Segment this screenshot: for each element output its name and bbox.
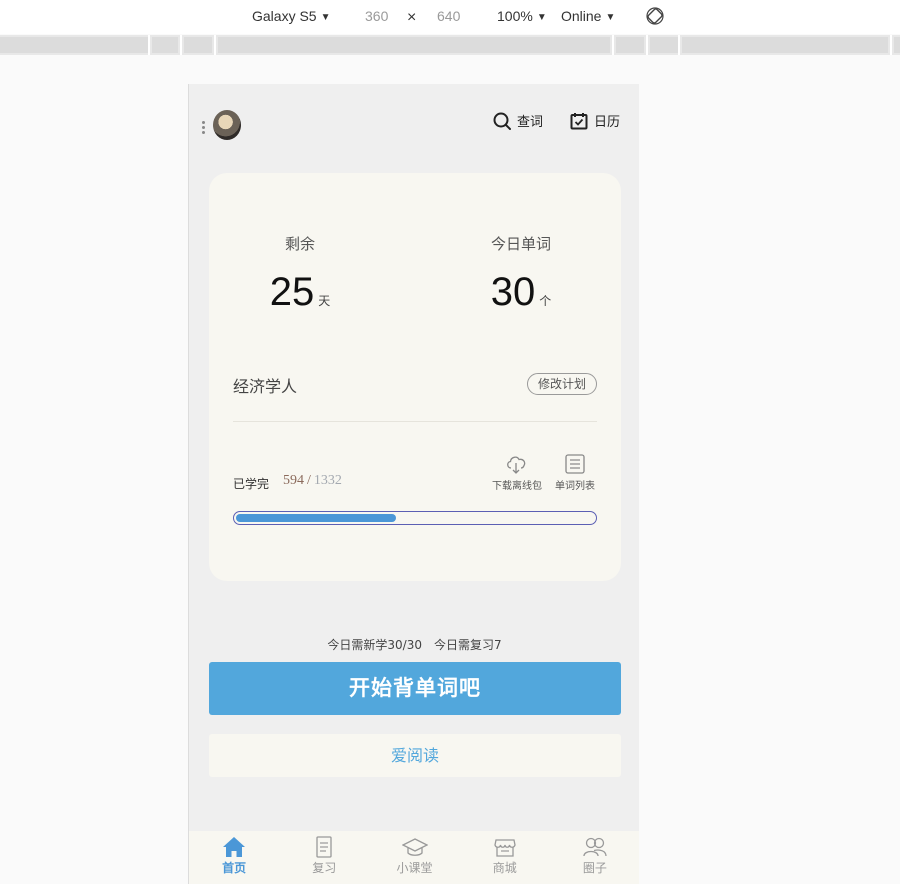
tab-classroom-label: 小课堂 — [396, 861, 433, 875]
chevron-down-icon: ▼ — [320, 12, 331, 23]
zoom-select[interactable]: 100% ▼ — [497, 8, 547, 24]
progress-fill — [236, 514, 396, 522]
zoom-value: 100% — [497, 8, 533, 24]
calendar-button[interactable]: 日历 — [570, 111, 620, 130]
remaining-label: 剩余 — [284, 235, 315, 253]
list-icon — [565, 454, 585, 474]
avatar[interactable] — [213, 110, 241, 140]
today-words-stat: 今日单词 30 个 — [441, 233, 601, 315]
times-icon: × — [407, 9, 417, 26]
device-name: Galaxy S5 — [252, 8, 317, 24]
tab-review[interactable]: 复习 — [279, 831, 369, 884]
devtools-device-toolbar: Galaxy S5 ▼ 360 × 640 100% ▼ Online ▼ — [0, 0, 900, 34]
tab-store[interactable]: 商城 — [460, 831, 550, 884]
chevron-down-icon: ▼ — [605, 12, 616, 23]
daily-new-label: 今日需新学30/30 — [327, 638, 422, 652]
learned-separator: / — [307, 473, 311, 488]
tab-circle[interactable]: 圈子 — [550, 831, 639, 884]
love-reading-button[interactable]: 爱阅读 — [209, 734, 621, 777]
progress-bar — [233, 511, 597, 525]
daily-review-label: 今日需复习7 — [433, 638, 502, 652]
word-list-label: 单词列表 — [555, 481, 595, 492]
edit-plan-button[interactable]: 修改计划 — [527, 373, 597, 395]
app-header: 查词 日历 — [189, 84, 639, 164]
network-value: Online — [561, 8, 602, 24]
total-value: 1332 — [313, 473, 342, 488]
network-throttle-select[interactable]: Online ▼ — [561, 8, 615, 24]
chevron-down-icon: ▼ — [536, 12, 547, 23]
word-list-button[interactable]: 单词列表 — [555, 453, 595, 492]
download-offline-label: 下载离线包 — [492, 481, 542, 492]
today-words-value: 30 — [490, 270, 536, 314]
bottom-tab-bar: 首页 复习 小课堂 商城 圈子 — [189, 831, 639, 884]
lookup-word-label: 查词 — [517, 115, 544, 130]
drawer-handle-icon[interactable] — [202, 121, 206, 135]
tab-store-label: 商城 — [492, 861, 517, 875]
today-words-label: 今日单词 — [490, 235, 551, 253]
learned-value: 594 — [283, 473, 304, 488]
tab-home[interactable]: 首页 — [189, 831, 279, 884]
remaining-value: 25 — [269, 270, 315, 314]
document-icon — [316, 836, 332, 858]
download-offline-button[interactable]: 下载离线包 — [492, 453, 542, 492]
people-icon — [583, 837, 607, 857]
viewport-height-input[interactable]: 640 — [437, 8, 460, 24]
tab-review-label: 复习 — [312, 861, 337, 875]
start-memorizing-button[interactable]: 开始背单词吧 — [209, 662, 621, 715]
device-select[interactable]: Galaxy S5 ▼ — [252, 8, 331, 24]
tab-classroom[interactable]: 小课堂 — [369, 831, 459, 884]
store-icon — [494, 839, 516, 857]
remaining-days-stat: 剩余 25 天 — [220, 233, 380, 315]
tab-home-label: 首页 — [222, 861, 247, 875]
study-plan-card: 剩余 25 天 今日单词 30 个 经济学人 修改计划 已学完 594/1332 下… — [209, 173, 621, 581]
rotate-icon[interactable] — [646, 7, 664, 25]
wordbook-name: 经济学人 — [233, 377, 298, 396]
search-icon — [493, 112, 511, 130]
learned-count: 594/1332 — [283, 473, 342, 489]
lookup-word-button[interactable]: 查词 — [493, 111, 543, 130]
viewport-width-input[interactable]: 360 — [365, 8, 388, 24]
today-words-unit: 个 — [539, 294, 552, 308]
tab-circle-label: 圈子 — [582, 861, 607, 875]
daily-task-summary: 今日需新学30/30 今日需复习7 — [189, 636, 639, 653]
cloud-download-icon — [507, 456, 526, 474]
media-query-ruler — [0, 35, 900, 55]
calendar-label: 日历 — [594, 115, 621, 130]
graduation-cap-icon — [401, 838, 428, 856]
calendar-icon — [570, 112, 588, 129]
remaining-unit: 天 — [318, 294, 331, 308]
divider — [233, 421, 597, 422]
learned-label: 已学完 — [233, 477, 270, 491]
home-icon — [223, 837, 246, 857]
mobile-viewport: 查词 日历 剩余 25 天 今日单词 30 个 经济学人 修改计划 已学完 594/… — [188, 84, 639, 884]
